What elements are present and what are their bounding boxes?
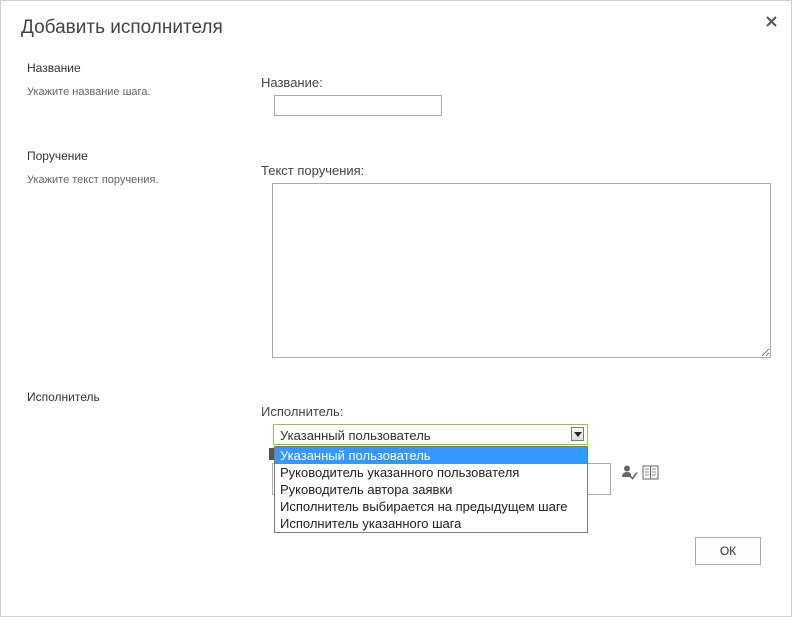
name-input[interactable]: [274, 95, 442, 116]
instruction-textarea[interactable]: [272, 183, 771, 358]
instruction-field-label: Текст поручения:: [261, 163, 365, 178]
name-field-label: Название:: [261, 75, 323, 90]
section-title-assignee: Исполнитель: [27, 390, 100, 404]
dialog: Добавить исполнителя Название Укажите на…: [0, 0, 792, 617]
section-desc-name: Укажите название шага.: [27, 86, 151, 98]
check-names-icon[interactable]: [621, 464, 638, 481]
ok-button[interactable]: ОК: [695, 537, 761, 565]
address-book-icon[interactable]: [642, 465, 659, 481]
section-desc-instruction: Укажите текст поручения.: [27, 174, 159, 186]
dropdown-option[interactable]: Исполнитель выбирается на предыдущем шаг…: [275, 498, 587, 515]
dropdown-option[interactable]: Исполнитель указанного шага: [275, 515, 587, 532]
assignee-dropdown-list: Указанный пользователь Руководитель указ…: [274, 446, 588, 533]
dropdown-option[interactable]: Руководитель указанного пользователя: [275, 464, 587, 481]
section-title-name: Название: [27, 61, 81, 75]
dropdown-option[interactable]: Указанный пользователь: [275, 447, 587, 464]
assignee-field-label: Исполнитель:: [261, 404, 344, 419]
assignee-select[interactable]: Указанный пользователь: [273, 424, 588, 445]
dropdown-option[interactable]: Руководитель автора заявки: [275, 481, 587, 498]
dialog-title: Добавить исполнителя: [21, 17, 223, 38]
section-title-instruction: Поручение: [27, 149, 88, 163]
chevron-down-icon[interactable]: [571, 427, 584, 441]
assignee-select-value: Указанный пользователь: [280, 428, 431, 443]
close-icon[interactable]: [763, 13, 781, 31]
